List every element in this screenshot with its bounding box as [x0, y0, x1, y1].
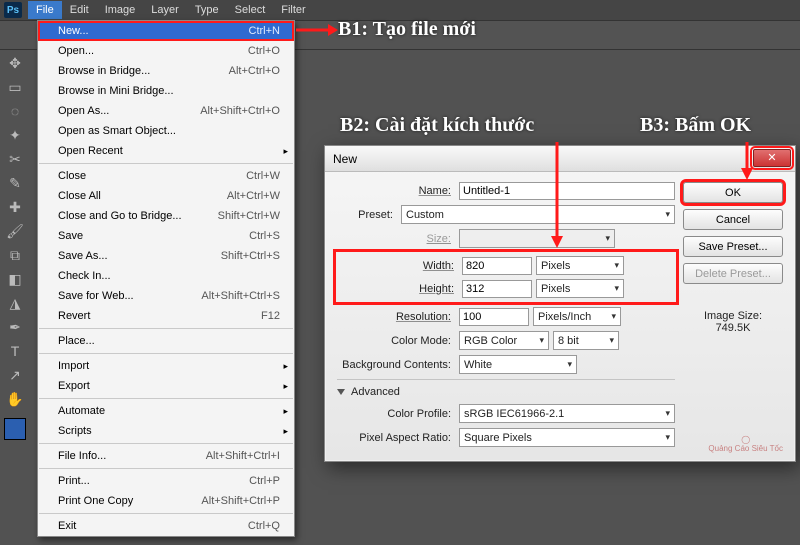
menuitem-place[interactable]: Place...	[38, 331, 294, 351]
menu-file[interactable]: File	[28, 1, 62, 19]
file-menu-dropdown: New...Ctrl+NOpen...Ctrl+OBrowse in Bridg…	[37, 20, 295, 537]
name-label: Name:	[337, 185, 455, 197]
image-size-readout: Image Size: 749.5K	[683, 310, 783, 334]
menu-separator	[39, 468, 293, 469]
tool-hand[interactable]: ✋	[2, 388, 28, 410]
menuitem-save-as[interactable]: Save As...Shift+Ctrl+S	[38, 246, 294, 266]
width-label: Width:	[340, 260, 458, 272]
menuitem-close-and-go-to-bridge[interactable]: Close and Go to Bridge...Shift+Ctrl+W	[38, 206, 294, 226]
height-input[interactable]	[462, 280, 532, 298]
menuitem-close[interactable]: CloseCtrl+W	[38, 166, 294, 186]
menuitem-automate[interactable]: Automate	[38, 401, 294, 421]
dimension-highlight: Width: Pixels Height: Pixels	[337, 253, 675, 301]
app-logo: Ps	[4, 2, 22, 18]
tool-eyedrop[interactable]: ✎	[2, 172, 28, 194]
new-dialog: New ✕ Name: Preset: Custom Size: Width: …	[324, 145, 796, 462]
tool-move[interactable]: ✥	[2, 52, 28, 74]
tool-crop[interactable]: ✂	[2, 148, 28, 170]
preset-select[interactable]: Custom	[401, 205, 675, 224]
menuitem-open-as-smart-object[interactable]: Open as Smart Object...	[38, 121, 294, 141]
menuitem-scripts[interactable]: Scripts	[38, 421, 294, 441]
annotation-b3: B3: Bấm OK	[640, 114, 751, 137]
pixelaspect-label: Pixel Aspect Ratio:	[337, 432, 455, 444]
delete-preset-button: Delete Preset...	[683, 263, 783, 284]
tool-marquee[interactable]: ▭	[2, 76, 28, 98]
menu-edit[interactable]: Edit	[62, 1, 97, 19]
pixelaspect-select[interactable]: Square Pixels	[459, 428, 675, 447]
menuitem-open-as[interactable]: Open As...Alt+Shift+Ctrl+O	[38, 101, 294, 121]
colormode-label: Color Mode:	[337, 335, 455, 347]
annotation-b2: B2: Cài đặt kích thước	[340, 114, 534, 137]
menuitem-revert[interactable]: RevertF12	[38, 306, 294, 326]
menu-select[interactable]: Select	[227, 1, 274, 19]
disclosure-triangle-icon	[337, 389, 345, 395]
tool-heal[interactable]: ✚	[2, 196, 28, 218]
menu-separator	[39, 328, 293, 329]
watermark: ◯Quảng Cáo Siêu Tốc	[708, 435, 783, 453]
colorprofile-select[interactable]: sRGB IEC61966-2.1	[459, 404, 675, 423]
menuitem-check-in[interactable]: Check In...	[38, 266, 294, 286]
menuitem-file-info[interactable]: File Info...Alt+Shift+Ctrl+I	[38, 446, 294, 466]
menuitem-exit[interactable]: ExitCtrl+Q	[38, 516, 294, 536]
menuitem-open-recent[interactable]: Open Recent	[38, 141, 294, 161]
menu-layer[interactable]: Layer	[143, 1, 187, 19]
size-label: Size:	[337, 233, 455, 245]
menu-separator	[39, 398, 293, 399]
name-input[interactable]	[459, 182, 675, 200]
bgcontents-label: Background Contents:	[337, 359, 455, 371]
menu-image[interactable]: Image	[97, 1, 144, 19]
menubar: Ps FileEditImageLayerTypeSelectFilter	[0, 0, 800, 20]
bgcontents-select[interactable]: White	[459, 355, 577, 374]
resolution-unit-select[interactable]: Pixels/Inch	[533, 307, 621, 326]
tool-text[interactable]: T	[2, 340, 28, 362]
menu-separator	[39, 163, 293, 164]
menuitem-browse-in-mini-bridge[interactable]: Browse in Mini Bridge...	[38, 81, 294, 101]
dialog-close-button[interactable]: ✕	[753, 149, 791, 167]
menuitem-import[interactable]: Import	[38, 356, 294, 376]
colorprofile-label: Color Profile:	[337, 408, 455, 420]
menuitem-print[interactable]: Print...Ctrl+P	[38, 471, 294, 491]
menu-separator	[39, 443, 293, 444]
cancel-button[interactable]: Cancel	[683, 209, 783, 230]
height-unit-select[interactable]: Pixels	[536, 279, 624, 298]
advanced-toggle[interactable]: Advanced	[337, 386, 675, 398]
menuitem-export[interactable]: Export	[38, 376, 294, 396]
menu-filter[interactable]: Filter	[273, 1, 313, 19]
colormode-select[interactable]: RGB Color	[459, 331, 549, 350]
dialog-title: New	[333, 152, 357, 166]
width-input[interactable]	[462, 257, 532, 275]
height-label: Height:	[340, 283, 458, 295]
tool-lasso[interactable]: ◌	[2, 100, 28, 122]
ok-button[interactable]: OK	[683, 182, 783, 203]
resolution-label: Resolution:	[337, 311, 455, 323]
tool-column: ✥▭◌✦✂✎✚🖌⧉◧◮✒T↗✋	[2, 52, 30, 446]
tool-brush[interactable]: 🖌	[2, 220, 28, 242]
save-preset-button[interactable]: Save Preset...	[683, 236, 783, 257]
tool-stamp[interactable]: ⧉	[2, 244, 28, 266]
dialog-titlebar[interactable]: New ✕	[325, 146, 795, 172]
menuitem-save[interactable]: SaveCtrl+S	[38, 226, 294, 246]
tool-pen[interactable]: ✒	[2, 316, 28, 338]
resolution-input[interactable]	[459, 308, 529, 326]
tool-eraser[interactable]: ◧	[2, 268, 28, 290]
menuitem-close-all[interactable]: Close AllAlt+Ctrl+W	[38, 186, 294, 206]
menuitem-print-one-copy[interactable]: Print One CopyAlt+Shift+Ctrl+P	[38, 491, 294, 511]
foreground-swatch[interactable]	[4, 418, 26, 440]
tool-path[interactable]: ↗	[2, 364, 28, 386]
menu-separator	[39, 513, 293, 514]
menuitem-browse-in-bridge[interactable]: Browse in Bridge...Alt+Ctrl+O	[38, 61, 294, 81]
size-select	[459, 229, 615, 248]
tool-bucket[interactable]: ◮	[2, 292, 28, 314]
menuitem-open[interactable]: Open...Ctrl+O	[38, 41, 294, 61]
menu-separator	[39, 353, 293, 354]
preset-label: Preset:	[337, 209, 397, 221]
menu-type[interactable]: Type	[187, 1, 227, 19]
menuitem-save-for-web[interactable]: Save for Web...Alt+Shift+Ctrl+S	[38, 286, 294, 306]
tool-wand[interactable]: ✦	[2, 124, 28, 146]
width-unit-select[interactable]: Pixels	[536, 256, 624, 275]
bitdepth-select[interactable]: 8 bit	[553, 331, 619, 350]
menuitem-new[interactable]: New...Ctrl+N	[38, 21, 294, 41]
